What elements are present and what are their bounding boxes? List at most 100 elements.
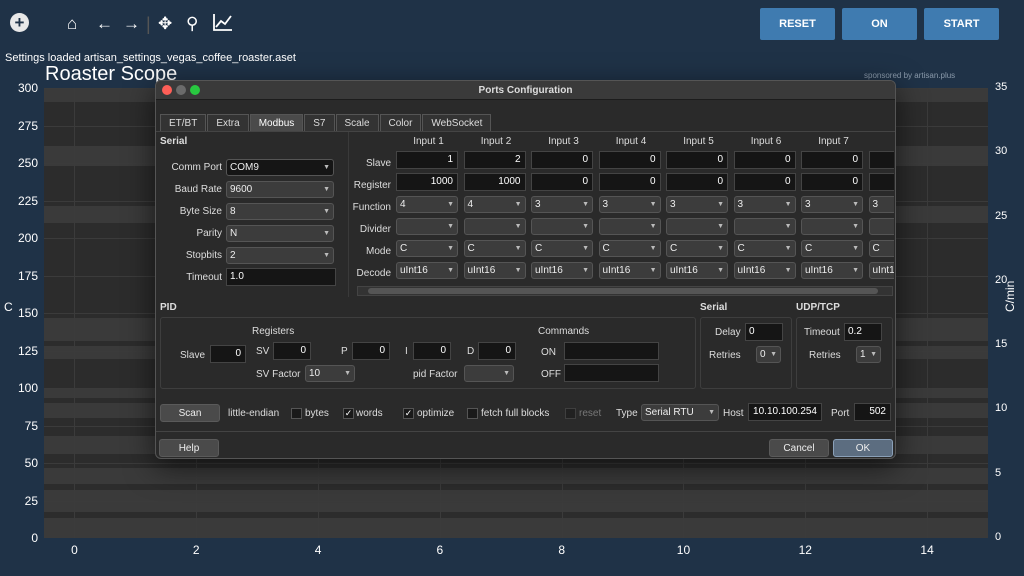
input-mode-combo[interactable]: C▼: [463, 240, 526, 257]
scan-button[interactable]: Scan: [160, 404, 220, 422]
input-divider-combo[interactable]: ▼: [666, 218, 728, 235]
input-divider-combo[interactable]: ▼: [598, 218, 661, 235]
timeout-field[interactable]: 1.0: [226, 268, 336, 286]
input-function-combo[interactable]: 4 ▼: [463, 196, 526, 213]
byte-size-combo[interactable]: 8 ▼: [226, 203, 334, 220]
input-mode-combo[interactable]: C▼: [396, 240, 458, 257]
input-slave-field[interactable]: 0: [666, 151, 728, 169]
udp-retries-combo[interactable]: 1 ▼: [856, 346, 881, 363]
input-function-combo[interactable]: 3▼: [666, 196, 728, 213]
input-function-combo[interactable]: 4 ▼: [396, 196, 458, 213]
input-mode-combo[interactable]: C▼: [598, 240, 661, 257]
pid-slave-field[interactable]: 0: [210, 345, 246, 363]
input-function-combo[interactable]: 3▼: [598, 196, 661, 213]
input-slave-field[interactable]: 0: [801, 151, 863, 169]
input-function-combo[interactable]: 3▼: [868, 196, 894, 213]
minimize-window-icon[interactable]: [176, 85, 186, 95]
parity-combo[interactable]: N ▼: [226, 225, 334, 242]
input-function-combo[interactable]: 3▼: [733, 196, 796, 213]
tab-websocket[interactable]: WebSocket: [422, 114, 492, 131]
reset-button[interactable]: RESET: [760, 8, 835, 40]
input-decode-combo[interactable]: uInt16 ▼: [396, 262, 458, 279]
move-icon[interactable]: ✥: [158, 13, 172, 35]
input-slave-field[interactable]: 2: [463, 151, 526, 169]
input-register-field[interactable]: 0: [598, 173, 661, 191]
scrollbar-thumb[interactable]: [368, 288, 878, 294]
chart-icon[interactable]: [213, 13, 233, 37]
close-window-icon[interactable]: [162, 85, 172, 95]
i-field[interactable]: 0: [413, 342, 451, 360]
optimize-checkbox[interactable]: ✓: [403, 408, 414, 419]
reset-checkbox[interactable]: [565, 408, 576, 419]
input-decode-combo[interactable]: uInt16 ▼: [531, 262, 593, 279]
horizontal-scrollbar[interactable]: [357, 286, 893, 296]
baud-rate-combo[interactable]: 9600 ▼: [226, 181, 334, 198]
bytes-checkbox[interactable]: [291, 408, 302, 419]
home-icon[interactable]: ⌂: [67, 13, 77, 35]
input-register-field[interactable]: 0: [531, 173, 593, 191]
input-divider-combo[interactable]: ▼: [868, 218, 894, 235]
tab-color[interactable]: Color: [379, 114, 422, 131]
on-button[interactable]: ON: [842, 8, 917, 40]
udp-timeout-field[interactable]: 0.2: [844, 323, 882, 341]
input-register-field[interactable]: [868, 173, 894, 191]
input-register-field[interactable]: 1000: [463, 173, 526, 191]
ok-button[interactable]: OK: [833, 439, 893, 457]
input-divider-combo[interactable]: ▼: [801, 218, 863, 235]
zoom-icon[interactable]: ⚲: [186, 13, 198, 35]
input-decode-combo[interactable]: uInt16 ▼: [463, 262, 526, 279]
plus-icon[interactable]: +: [10, 13, 29, 32]
fetch-full-blocks-checkbox[interactable]: [467, 408, 478, 419]
stopbits-combo[interactable]: 2 ▼: [226, 247, 334, 264]
tab-modbus[interactable]: Modbus: [249, 114, 304, 131]
host-field[interactable]: 10.10.100.254: [748, 403, 822, 421]
p-field[interactable]: 0: [352, 342, 390, 360]
comm-port-combo[interactable]: COM9 ▼: [226, 159, 334, 176]
input-slave-field[interactable]: 0: [598, 151, 661, 169]
tab-scale[interactable]: Scale: [335, 114, 379, 131]
cmd-on-field[interactable]: [564, 342, 659, 360]
back-arrow-icon[interactable]: ←: [96, 13, 113, 35]
cancel-button[interactable]: Cancel: [769, 439, 829, 457]
delay-field[interactable]: 0: [745, 323, 783, 341]
input-divider-combo[interactable]: ▼: [396, 218, 458, 235]
cmd-off-field[interactable]: [564, 364, 659, 382]
d-field[interactable]: 0: [478, 342, 516, 360]
input-register-field[interactable]: 0: [801, 173, 863, 191]
input-register-field[interactable]: 0: [666, 173, 728, 191]
zoom-window-icon[interactable]: [190, 85, 200, 95]
port-field[interactable]: 502: [854, 403, 891, 421]
input-decode-combo[interactable]: uInt16 ▼: [666, 262, 728, 279]
input-slave-field[interactable]: 1: [396, 151, 458, 169]
input-mode-combo[interactable]: C▼: [733, 240, 796, 257]
input-register-field[interactable]: 0: [733, 173, 796, 191]
input-function-combo[interactable]: 3▼: [531, 196, 593, 213]
words-checkbox[interactable]: ✓: [343, 408, 354, 419]
input-register-field[interactable]: 1000: [396, 173, 458, 191]
input-mode-combo[interactable]: C▼: [868, 240, 894, 257]
sv-factor-combo[interactable]: 10 ▼: [305, 365, 355, 382]
input-decode-combo[interactable]: uInt16 ▼: [733, 262, 796, 279]
tab-et-bt[interactable]: ET/BT: [160, 114, 207, 131]
input-slave-field[interactable]: 0: [531, 151, 593, 169]
input-slave-field[interactable]: 0: [733, 151, 796, 169]
type-combo[interactable]: Serial RTU ▼: [641, 404, 719, 421]
forward-arrow-icon[interactable]: →: [123, 13, 140, 35]
tab-extra[interactable]: Extra: [207, 114, 249, 131]
help-button[interactable]: Help: [159, 439, 219, 457]
tab-s7[interactable]: S7: [304, 114, 335, 131]
pid-factor-combo[interactable]: ▼: [464, 365, 514, 382]
input-decode-combo[interactable]: uInt1▼: [868, 262, 894, 279]
input-divider-combo[interactable]: ▼: [531, 218, 593, 235]
input-slave-field[interactable]: [868, 151, 894, 169]
serial-retries-combo[interactable]: 0 ▼: [756, 346, 781, 363]
input-mode-combo[interactable]: C▼: [801, 240, 863, 257]
input-decode-combo[interactable]: uInt16 ▼: [598, 262, 661, 279]
input-function-combo[interactable]: 3▼: [801, 196, 863, 213]
input-decode-combo[interactable]: uInt16 ▼: [801, 262, 863, 279]
input-mode-combo[interactable]: C▼: [531, 240, 593, 257]
start-button[interactable]: START: [924, 8, 999, 40]
input-mode-combo[interactable]: C▼: [666, 240, 728, 257]
input-divider-combo[interactable]: ▼: [463, 218, 526, 235]
sv-field[interactable]: 0: [273, 342, 311, 360]
